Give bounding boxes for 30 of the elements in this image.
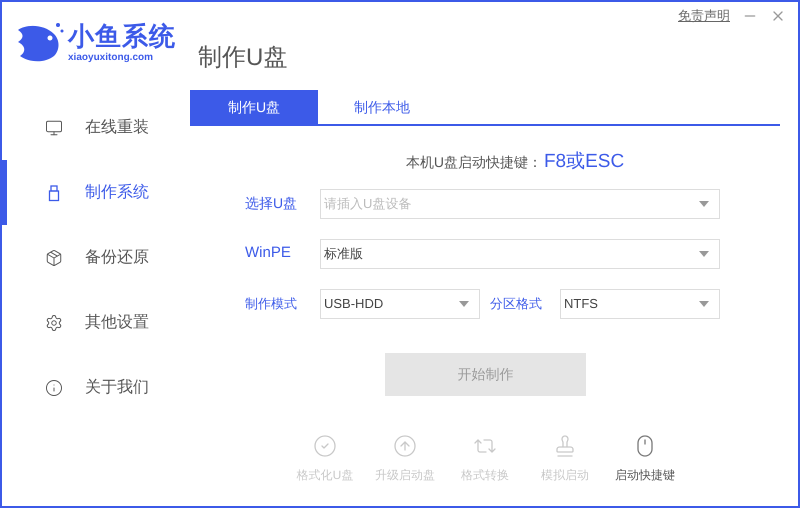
shortcut-label: 本机U盘启动快捷键：: [406, 152, 542, 172]
arrow-up-circle-icon: [393, 434, 417, 458]
shortcut-keys: F8或ESC: [544, 148, 624, 176]
check-circle-icon: [313, 434, 337, 458]
logo-name: 小鱼系统: [68, 23, 176, 49]
sidebar-item[interactable]: 其他设置: [2, 290, 190, 355]
disclaimer-link[interactable]: 免责声明: [678, 6, 730, 26]
dropdown-caret-icon: [699, 200, 709, 206]
monitor-icon: [45, 118, 63, 136]
field-label: WinPE: [245, 243, 292, 264]
field-label: 选择U盘: [245, 194, 298, 213]
dropdown-field[interactable]: USB-HDD: [320, 288, 480, 318]
dropdown-field[interactable]: NTFS: [560, 288, 720, 318]
sidebar-item[interactable]: 关于我们: [2, 355, 190, 420]
dropdown-caret-icon: [699, 300, 709, 306]
sidebar-item[interactable]: 备份还原: [2, 225, 190, 290]
sidebar-item[interactable]: 制作系统: [2, 160, 190, 225]
sidebar-item[interactable]: 在线重装: [2, 95, 190, 160]
settings-icon: [45, 314, 63, 332]
tool-button[interactable]: 启动快捷键: [605, 434, 685, 484]
box-icon: [45, 248, 63, 266]
dropdown-caret-icon: [699, 250, 709, 256]
logo-domain: xiaoyuxitong.com: [68, 53, 154, 63]
tab[interactable]: 制作U盘: [190, 90, 318, 124]
dropdown-field[interactable]: 标准版: [320, 238, 720, 268]
info-icon: [45, 378, 63, 396]
page-title: 制作U盘: [198, 43, 288, 73]
field-label: 分区格式: [489, 294, 543, 313]
dropdown-caret-icon: [459, 300, 469, 306]
field-label: 制作模式: [245, 294, 298, 313]
